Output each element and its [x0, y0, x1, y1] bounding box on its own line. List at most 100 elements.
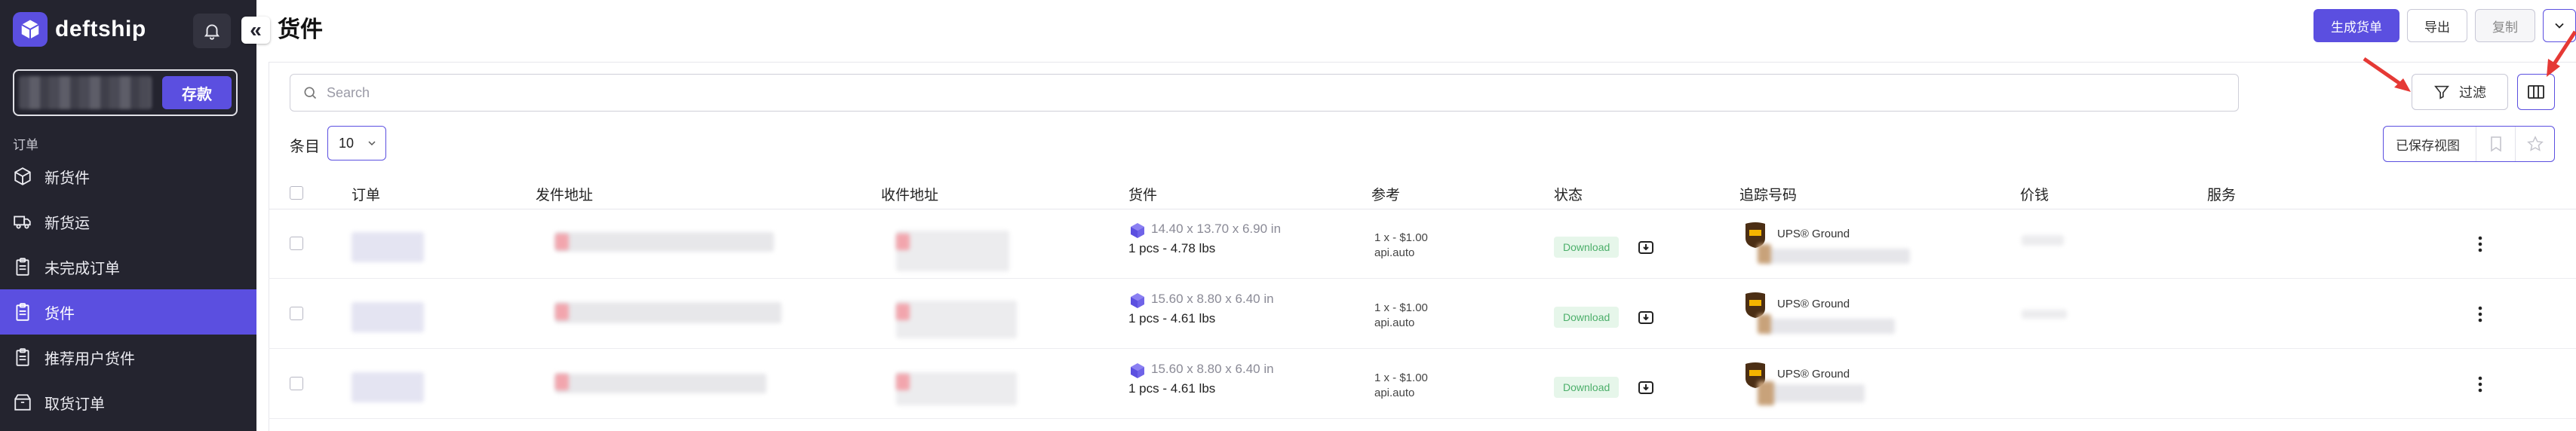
sidebar-item-label: 推荐用户货件 — [45, 350, 135, 368]
download-label-button[interactable] — [1635, 237, 1656, 258]
tracking-number-blurred — [1767, 384, 1865, 402]
saved-views-button[interactable]: 已保存视图 — [2384, 135, 2476, 154]
entries-per-page-select[interactable]: 10 — [327, 126, 386, 160]
package-cube-icon — [1131, 223, 1144, 238]
bell-icon — [204, 24, 220, 40]
download-icon — [1638, 241, 1653, 254]
download-icon — [1638, 311, 1653, 324]
to-address-blurred — [896, 231, 1009, 271]
reference-info: 1 x - $1.00 api.auto — [1374, 301, 1428, 331]
row-checkbox[interactable] — [290, 237, 303, 250]
filter-button[interactable]: 过滤 — [2412, 74, 2508, 110]
sidebar-item-pickup-orders[interactable]: 取货订单 — [0, 380, 256, 425]
logo[interactable]: deftship — [13, 12, 146, 47]
select-all-checkbox[interactable] — [290, 186, 303, 200]
export-button[interactable]: 导出 — [2407, 9, 2467, 42]
package-count-weight: 1 pcs - 4.78 lbs — [1128, 241, 1216, 255]
sidebar-item-label: 新货件 — [45, 170, 90, 187]
column-header-status[interactable]: 状态 — [1554, 184, 1583, 204]
table-header: 订单 发件地址 收件地址 货件 参考 状态 追踪号码 价钱 服务 — [269, 176, 2576, 209]
bookmark-icon — [2490, 136, 2501, 152]
sidebar-item-referral-shipments[interactable]: 推荐用户货件 — [0, 335, 256, 380]
chevron-down-icon — [368, 141, 376, 146]
sidebar-item-label: 货件 — [45, 305, 75, 322]
order-id-blurred — [352, 372, 424, 402]
sidebar-item-new-shipment[interactable]: 新货件 — [0, 154, 256, 199]
column-header-service[interactable]: 服务 — [2207, 184, 2236, 204]
row-checkbox[interactable] — [290, 377, 303, 390]
tracking-number-blurred — [1767, 319, 1895, 334]
package-info: 15.60 x 8.80 x 6.40 in 1 pcs - 4.61 lbs — [1128, 292, 1274, 326]
status-badge[interactable]: Download — [1554, 377, 1620, 398]
package-info: 15.60 x 8.80 x 6.40 in 1 pcs - 4.61 lbs — [1128, 362, 1274, 396]
column-header-to-address[interactable]: 收件地址 — [881, 184, 938, 204]
sidebar-item-label: 未完成订单 — [45, 260, 120, 277]
columns-toggle-button[interactable] — [2517, 74, 2555, 110]
notifications-button[interactable] — [193, 14, 231, 48]
sidebar-item-shipments[interactable]: 货件 — [0, 289, 256, 335]
sidebar-collapse-button[interactable]: « — [241, 17, 270, 44]
row-checkbox[interactable] — [290, 307, 303, 320]
clipboard-icon — [13, 347, 32, 367]
more-vertical-icon — [2478, 236, 2482, 252]
from-address-flag-blurred — [555, 234, 569, 250]
balance-deposit-box: 存款 — [13, 69, 238, 116]
save-view-button[interactable] — [2476, 127, 2515, 161]
tracking-mark-blurred — [1758, 381, 1774, 405]
row-actions-button[interactable] — [2471, 304, 2489, 325]
order-id-blurred — [352, 302, 424, 332]
package-count-weight: 1 pcs - 4.61 lbs — [1128, 381, 1216, 396]
more-actions-dropdown[interactable] — [2543, 9, 2576, 42]
table-row[interactable]: 14.40 x 13.70 x 6.90 in 1 pcs - 4.78 lbs… — [269, 209, 2576, 279]
star-icon — [2526, 136, 2544, 151]
package-dimensions: 14.40 x 13.70 x 6.90 in — [1151, 222, 1282, 236]
from-address-flag-blurred — [555, 304, 569, 320]
sidebar-item-incomplete-orders[interactable]: 未完成订单 — [0, 244, 256, 289]
status-badge[interactable]: Download — [1554, 237, 1620, 258]
price-blurred — [2022, 235, 2064, 246]
reference-line-1: 1 x - $1.00 — [1374, 231, 1428, 244]
carrier-service-name: UPS® Ground — [1777, 298, 1850, 310]
nav-section-label: 订单 — [13, 138, 38, 152]
download-label-button[interactable] — [1635, 307, 1656, 328]
search-icon — [304, 87, 317, 99]
to-address-flag-blurred — [896, 374, 910, 390]
column-header-from-address[interactable]: 发件地址 — [536, 184, 593, 204]
favorite-view-button[interactable] — [2515, 127, 2554, 161]
package-cube-icon — [1131, 293, 1144, 308]
search-placeholder: Search — [327, 84, 370, 100]
columns-icon — [2528, 85, 2544, 99]
sidebar: deftship 存款 订单 新货件 新货运 未完成订单 货件 推荐用户货件 取… — [0, 0, 256, 431]
to-address-blurred — [896, 372, 1017, 405]
column-header-package[interactable]: 货件 — [1128, 184, 1157, 204]
copy-button[interactable]: 复制 — [2475, 9, 2535, 42]
table-row[interactable]: 15.60 x 8.80 x 6.40 in 1 pcs - 4.61 lbs … — [269, 280, 2576, 349]
search-input[interactable]: Search — [290, 74, 2239, 112]
truck-icon — [13, 212, 32, 231]
to-address-flag-blurred — [896, 234, 910, 250]
price-blurred — [2022, 310, 2067, 319]
order-id-blurred — [352, 232, 424, 262]
column-header-price[interactable]: 价钱 — [2020, 184, 2049, 204]
create-manifest-button[interactable]: 生成货单 — [2313, 9, 2399, 42]
main-content: 货件 生成货单 导出 复制 Search 过滤 条目 10 已保存视图 订单 发… — [256, 0, 2576, 431]
filter-label: 过滤 — [2459, 85, 2486, 100]
carrier-service-name: UPS® Ground — [1777, 228, 1850, 240]
table-row[interactable]: 15.60 x 8.80 x 6.40 in 1 pcs - 4.61 lbs … — [269, 350, 2576, 419]
row-actions-button[interactable] — [2471, 374, 2489, 395]
tracking-number-blurred — [1767, 249, 1910, 264]
row-actions-button[interactable] — [2471, 234, 2489, 255]
download-label-button[interactable] — [1635, 377, 1656, 398]
deposit-button[interactable]: 存款 — [162, 76, 232, 109]
status-badge[interactable]: Download — [1554, 307, 1620, 328]
sidebar-item-new-freight[interactable]: 新货运 — [0, 199, 256, 244]
column-header-tracking[interactable]: 追踪号码 — [1739, 184, 1797, 204]
package-dimensions: 15.60 x 8.80 x 6.40 in — [1151, 292, 1274, 306]
column-header-order[interactable]: 订单 — [352, 184, 380, 204]
reference-info: 1 x - $1.00 api.auto — [1374, 231, 1428, 261]
from-address-blurred — [555, 232, 774, 252]
column-header-reference[interactable]: 参考 — [1371, 184, 1400, 204]
clipboard-icon — [13, 257, 32, 277]
reference-line-1: 1 x - $1.00 — [1374, 301, 1428, 314]
sidebar-nav: 新货件 新货运 未完成订单 货件 推荐用户货件 取货订单 — [0, 154, 256, 425]
